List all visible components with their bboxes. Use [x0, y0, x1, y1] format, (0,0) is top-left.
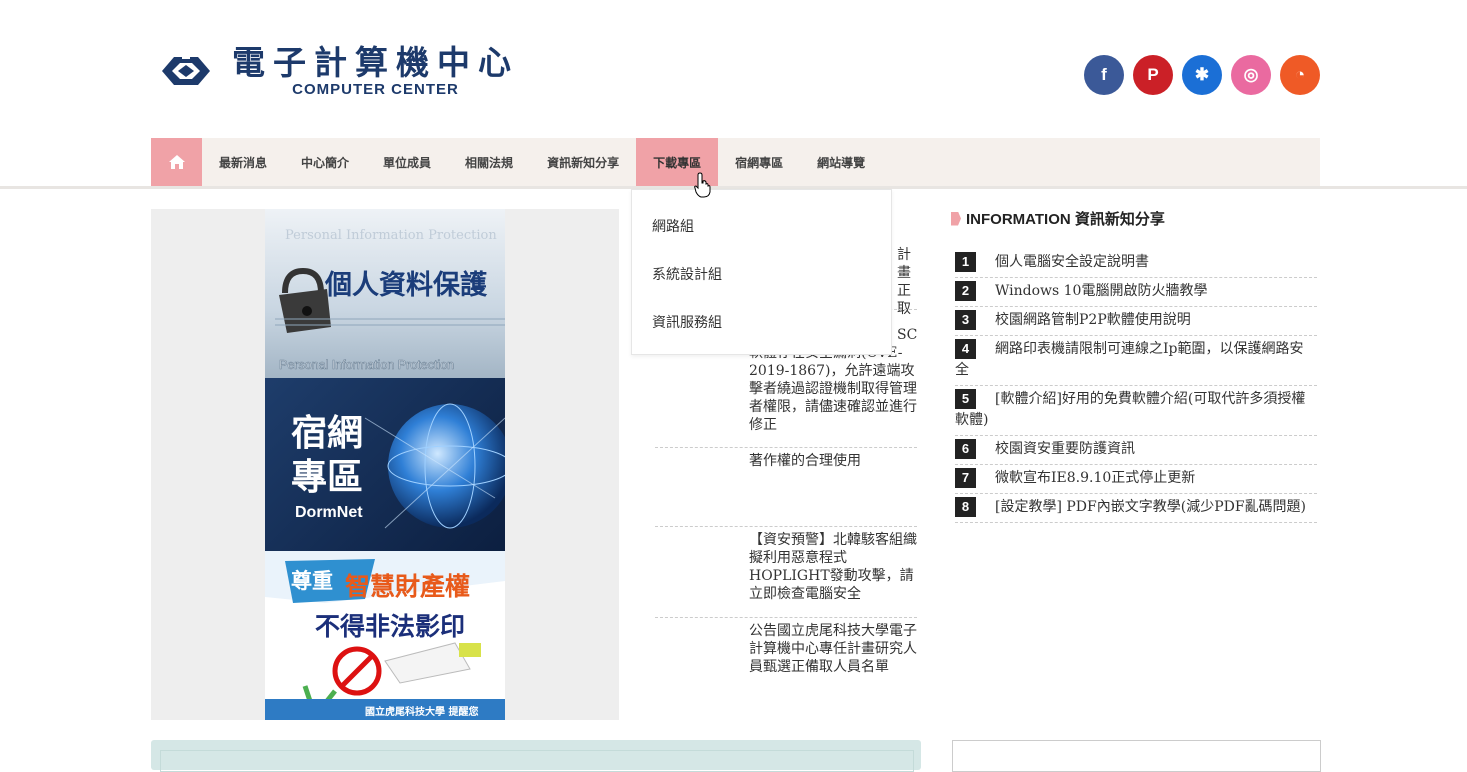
- news-separator: [655, 617, 917, 618]
- info-section-header: INFORMATION 資訊新知分享: [951, 208, 1165, 229]
- nav-item-info-share[interactable]: 資訊新知分享: [530, 138, 636, 186]
- banner-personal-info-title: 個人資料保護: [325, 270, 487, 301]
- banner-dormnet[interactable]: 宿網 專區 DormNet: [265, 378, 505, 551]
- info-item-text: [設定教學] PDF內嵌文字教學(減少PDF亂碼問題): [995, 499, 1307, 515]
- news-item-announcement[interactable]: 公告國立虎尾科技大學電子計算機中心專任計畫研究人員甄選正備取人員名單: [749, 622, 919, 676]
- nav-item-about[interactable]: 中心簡介: [284, 138, 366, 186]
- info-item-number: 7: [955, 468, 976, 488]
- info-item-number: 8: [955, 497, 976, 517]
- news-item-partial[interactable]: 計畫 正取: [897, 246, 917, 318]
- banner-dormnet-title-2: 專區: [291, 457, 364, 498]
- flag-icon: [951, 211, 961, 226]
- nav-item-regulations[interactable]: 相關法規: [448, 138, 530, 186]
- news-separator: [655, 447, 917, 448]
- info-list-item[interactable]: 4 網路印表機請限制可連線之Ip範圍，以保護網路安全: [955, 336, 1317, 386]
- news-item-partial-top: SC: [897, 327, 918, 343]
- nav-item-dormnet[interactable]: 宿網專區: [718, 138, 800, 186]
- info-section-title: INFORMATION 資訊新知分享: [966, 211, 1165, 228]
- dribbble-icon[interactable]: ◎: [1231, 55, 1271, 95]
- logo-mark-icon: [162, 53, 210, 85]
- dropdown-item-network[interactable]: 網路組: [652, 216, 694, 236]
- bottom-right-box: [952, 740, 1321, 772]
- info-list-item[interactable]: 5 [軟體介紹]好用的免費軟體介紹(可取代許多須授權軟體): [955, 386, 1317, 436]
- downloads-dropdown-menu: 網路組 系統設計組 資訊服務組: [631, 189, 892, 355]
- info-list-item[interactable]: 7 微軟宣布IE8.9.10正式停止更新: [955, 465, 1317, 494]
- nav-item-members[interactable]: 單位成員: [366, 138, 448, 186]
- nav-item-sitemap[interactable]: 網站導覽: [800, 138, 882, 186]
- info-item-text: [軟體介紹]好用的免費軟體介紹(可取代許多須授權軟體): [955, 391, 1306, 428]
- banner-copyright-footer: 國立虎尾科技大學 提醒您: [365, 707, 479, 718]
- info-item-number: 4: [955, 339, 976, 359]
- info-list-item[interactable]: 2 Windows 10電腦開啟防火牆教學: [955, 278, 1317, 307]
- facebook-icon[interactable]: f: [1084, 55, 1124, 95]
- news-separator: [655, 526, 917, 527]
- myspace-icon[interactable]: ✱: [1182, 55, 1222, 95]
- svg-text:Personal Information Protectio: Personal Information Protection: [285, 228, 497, 243]
- social-links: f P ✱ ◎ ◔: [1084, 55, 1329, 95]
- info-list-item[interactable]: 8 [設定教學] PDF內嵌文字教學(減少PDF亂碼問題): [955, 494, 1317, 523]
- bottom-left-inner: [160, 750, 914, 772]
- banner-copyright[interactable]: 尊重 智慧財產權 不得非法影印 國立虎尾科技大學 提醒您: [265, 551, 505, 720]
- info-list: 1 個人電腦安全設定說明書 2 Windows 10電腦開啟防火牆教學 3 校園網路管制P…: [955, 249, 1317, 523]
- banner-copyright-respect: 尊重: [291, 569, 333, 593]
- info-item-text: Windows 10電腦開啟防火牆教學: [995, 283, 1208, 299]
- info-item-number: 3: [955, 310, 976, 330]
- info-item-number: 1: [955, 252, 976, 272]
- info-item-text: 微軟宣布IE8.9.10正式停止更新: [995, 470, 1196, 486]
- news-item-cve[interactable]: 軟體存在安全漏洞(CVE-2019-1867)，允許遠端攻擊者繞過認證機制取得管…: [749, 344, 919, 434]
- banner-copyright-ip: 智慧財產權: [345, 572, 471, 601]
- info-list-item[interactable]: 1 個人電腦安全設定說明書: [955, 249, 1317, 278]
- nav-home-button[interactable]: [151, 138, 202, 186]
- hand-cursor-icon: [694, 172, 711, 198]
- news-item-security-alert[interactable]: 【資安預警】北韓駭客組織擬利用惡意程式HOPLIGHT發動攻擊，請立即檢查電腦安…: [749, 531, 919, 603]
- dropdown-item-info-service[interactable]: 資訊服務組: [652, 312, 722, 332]
- info-list-item[interactable]: 3 校園網路管制P2P軟體使用說明: [955, 307, 1317, 336]
- nav-item-news[interactable]: 最新消息: [202, 138, 284, 186]
- pinterest-icon[interactable]: P: [1133, 55, 1173, 95]
- rss-icon[interactable]: ◔: [1280, 55, 1320, 95]
- logo-title-en: COMPUTER CENTER: [292, 81, 459, 98]
- banner-dormnet-en: DormNet: [295, 504, 363, 521]
- dropdown-item-system-design[interactable]: 系統設計組: [652, 264, 722, 284]
- info-list-item[interactable]: 6 校園資安重要防護資訊: [955, 436, 1317, 465]
- main-nav: 最新消息 中心簡介 單位成員 相關法規 資訊新知分享 下載專區 宿網專區 網站導…: [151, 138, 1320, 186]
- info-item-number: 6: [955, 439, 976, 459]
- info-item-text: 網路印表機請限制可連線之Ip範圍，以保護網路安全: [955, 341, 1304, 378]
- home-icon: [168, 155, 185, 169]
- info-item-number: 2: [955, 281, 976, 301]
- banner-copyright-noprint: 不得非法影印: [315, 612, 466, 641]
- info-item-number: 5: [955, 389, 976, 409]
- banner-personal-info[interactable]: Personal Information Protection Personal…: [265, 209, 505, 378]
- info-item-text: 個人電腦安全設定說明書: [995, 254, 1149, 270]
- info-item-text: 校園資安重要防護資訊: [995, 441, 1135, 457]
- info-item-text: 校園網路管制P2P軟體使用說明: [995, 312, 1191, 328]
- banner-dormnet-title-1: 宿網: [291, 413, 364, 454]
- site-logo[interactable]: 電子計算機中心 COMPUTER CENTER: [158, 44, 519, 98]
- svg-text:Personal Information Protectio: Personal Information Protection: [279, 358, 454, 372]
- news-item-copyright[interactable]: 著作權的合理使用: [749, 452, 919, 470]
- logo-title-zh: 電子計算機中心: [232, 43, 519, 82]
